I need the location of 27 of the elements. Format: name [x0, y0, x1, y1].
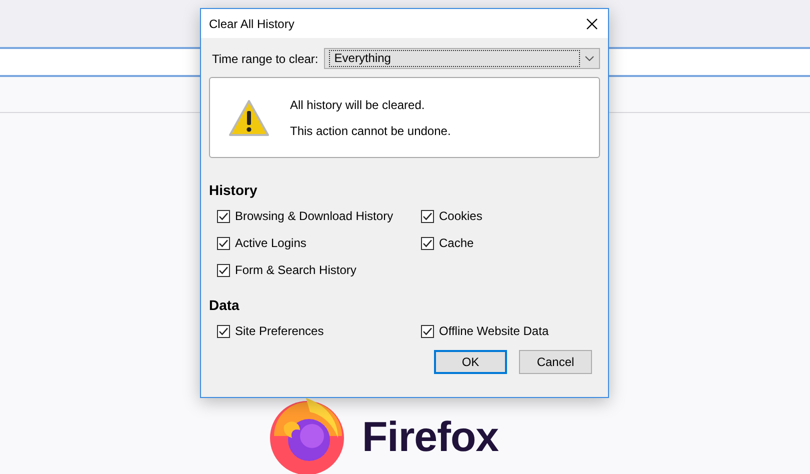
warning-text: All history will be cleared.: [290, 96, 426, 114]
ok-button[interactable]: OK: [434, 350, 507, 374]
checkbox-label[interactable]: Offline Website Data: [439, 322, 549, 340]
dialog-title: Clear All History: [209, 16, 294, 32]
section-heading: History: [209, 181, 258, 200]
checkbox[interactable]: [217, 236, 230, 250]
warning-text: This action cannot be undone.: [290, 122, 451, 140]
cancel-button[interactable]: Cancel: [519, 350, 592, 374]
logo-text: Firefox: [362, 412, 499, 462]
checkbox-label[interactable]: Browsing & Download History: [235, 207, 394, 225]
checkbox[interactable]: [217, 210, 230, 222]
close-button[interactable]: [584, 16, 600, 32]
checkbox-label[interactable]: Cookies: [439, 207, 482, 225]
checkbox-label[interactable]: Active Logins: [235, 234, 306, 252]
checkbox-label[interactable]: Site Preferences: [235, 322, 324, 340]
time-range-label: Time range to clear:: [212, 50, 318, 68]
checkbox[interactable]: [421, 324, 434, 338]
checkbox[interactable]: [217, 324, 230, 338]
checkbox-label[interactable]: Cache: [439, 234, 474, 252]
chevron-icon: [585, 56, 594, 61]
section-heading: Data: [209, 296, 240, 315]
time-range-dropdown[interactable]: Everything: [324, 48, 600, 69]
warning-icon: [228, 98, 270, 136]
checkbox[interactable]: [421, 236, 434, 250]
checkbox[interactable]: [421, 210, 434, 222]
checkbox-label[interactable]: Form & Search History: [235, 261, 356, 279]
checkbox[interactable]: [217, 264, 230, 276]
